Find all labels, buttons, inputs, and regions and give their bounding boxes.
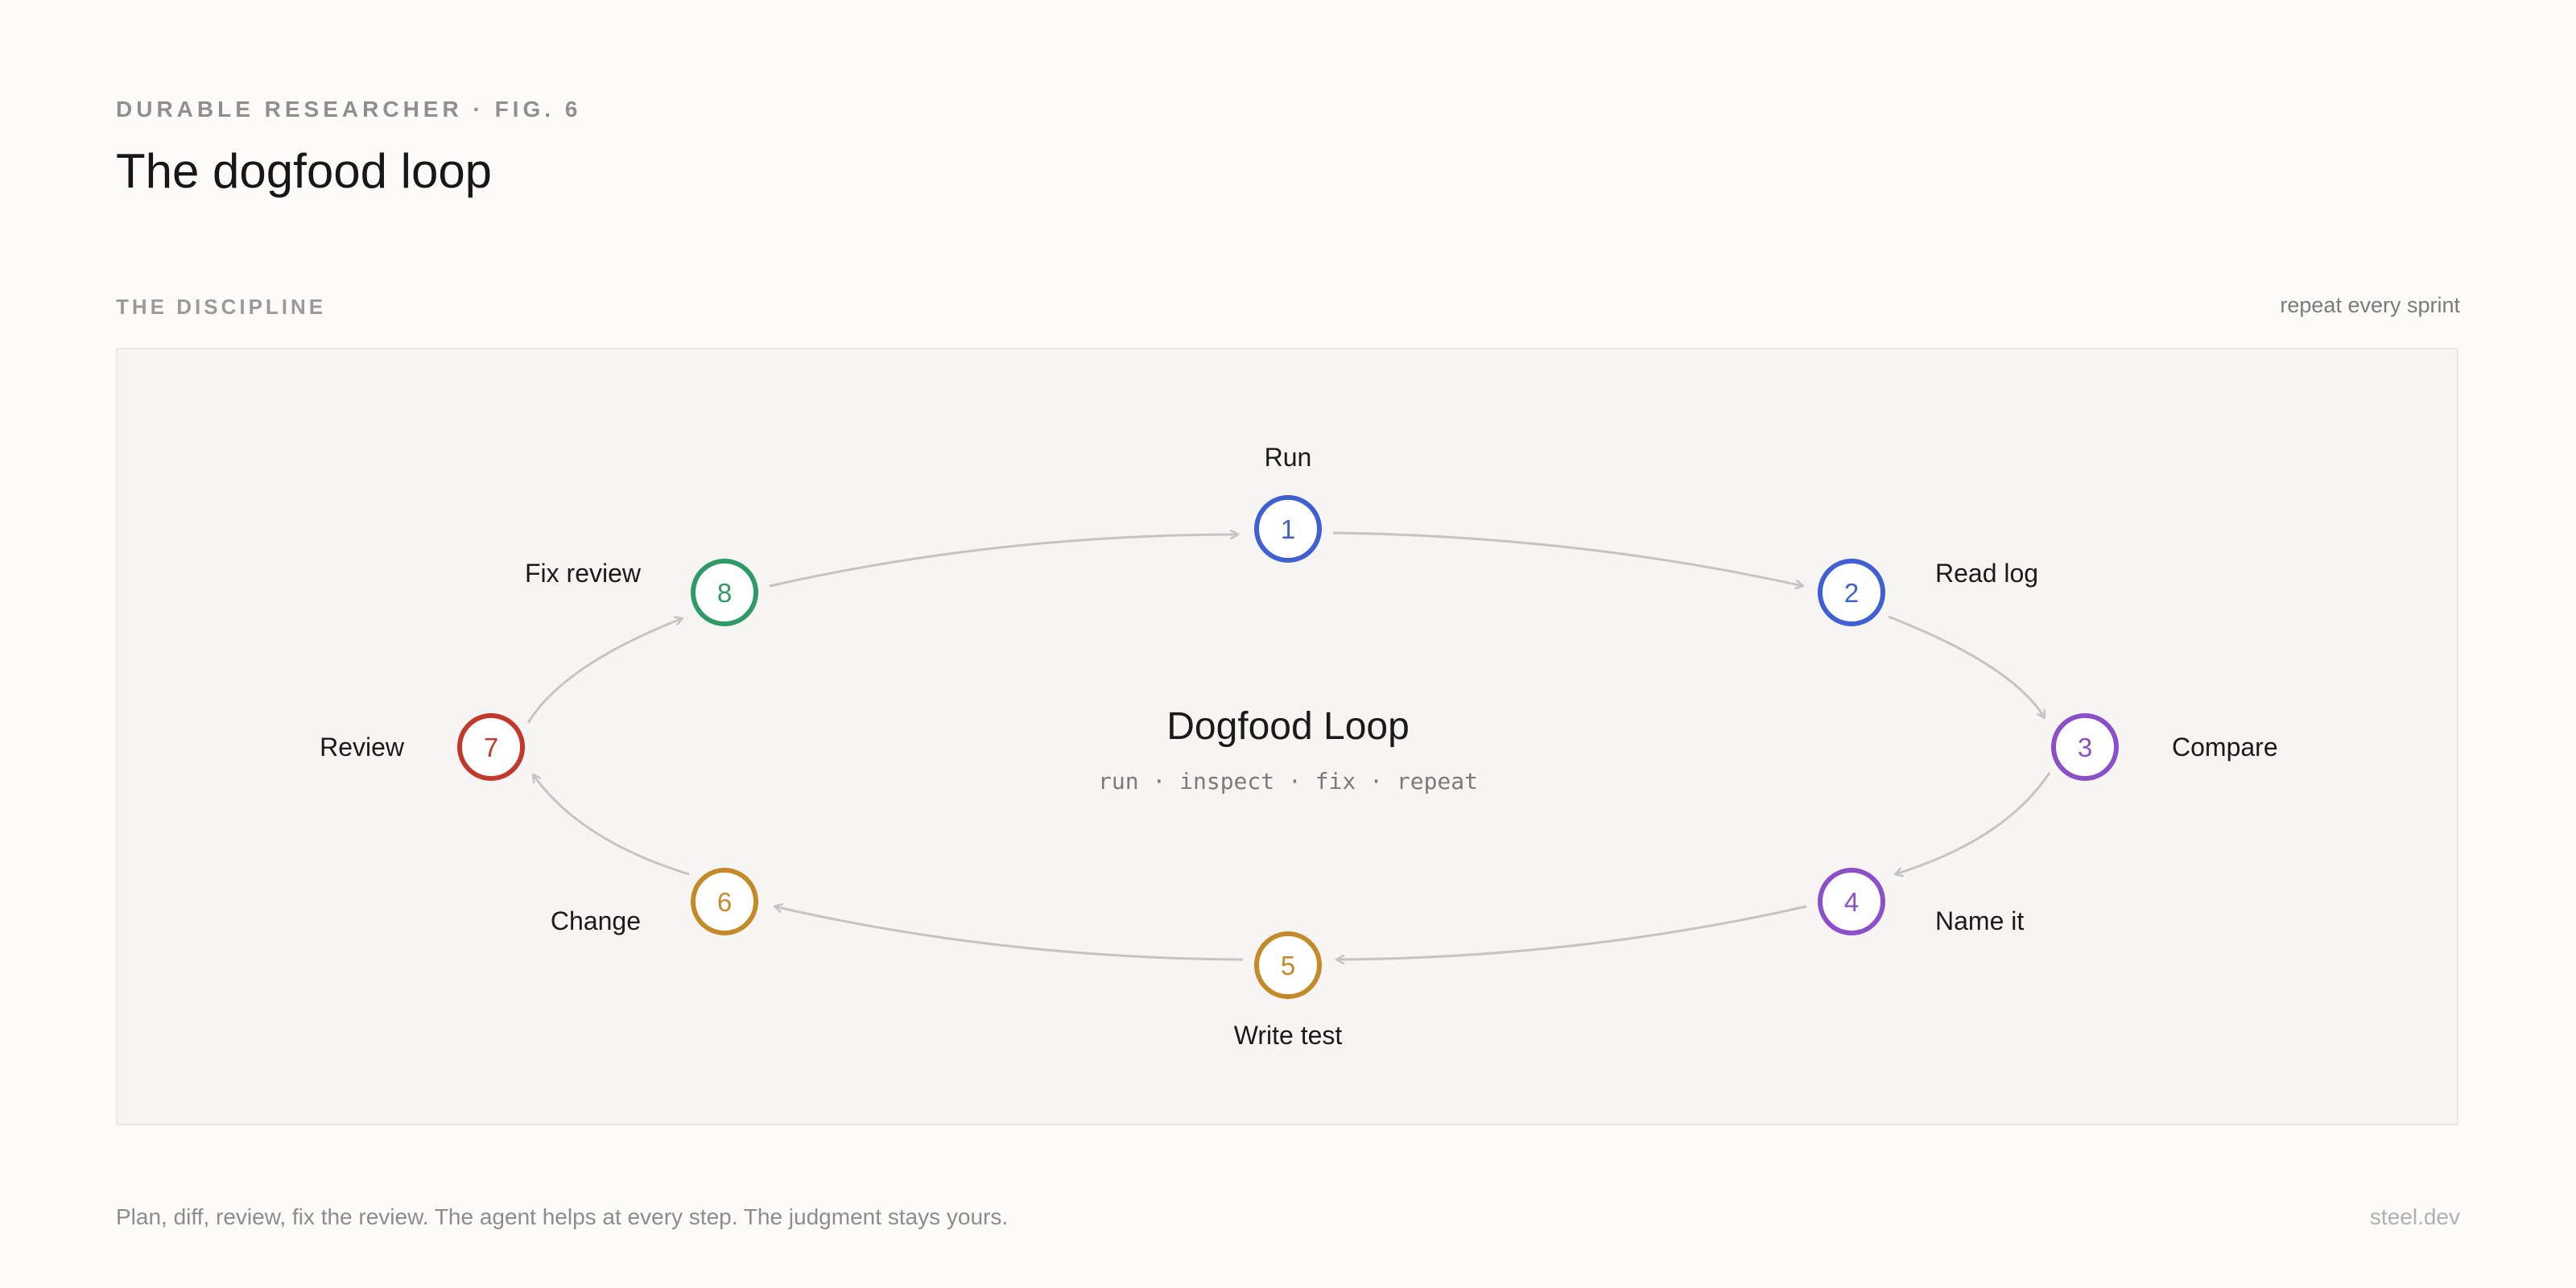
loop-step-2: 2 Read log <box>1818 559 2038 626</box>
loop-arrow-4 <box>1336 905 1807 960</box>
step-number: 5 <box>1281 951 1295 980</box>
loop-arrow-5 <box>774 906 1244 961</box>
footer-text: Plan, diff, review, fix the review. The … <box>116 1204 1009 1229</box>
center-title: Dogfood Loop <box>1166 705 1410 748</box>
loop-step-6: 6 Change <box>551 868 758 935</box>
loop-step-5: 5 Write test <box>1234 931 1343 1050</box>
step-label: Write test <box>1234 1021 1343 1050</box>
loop-arrow-6 <box>533 774 690 876</box>
loop-arrow-2 <box>1888 615 2046 718</box>
step-number: 3 <box>2078 733 2092 762</box>
loop-arrow-8 <box>769 535 1238 588</box>
loop-step-4: 4 Name it <box>1818 868 2024 935</box>
loop-diagram: 1 Run 2 Read log 3 Compare 4 Name it 5 Write test… <box>320 443 2278 1050</box>
step-label: Change <box>551 906 641 935</box>
step-label: Fix review <box>525 559 642 588</box>
step-label: Compare <box>2172 733 2278 762</box>
loop-step-8: 8 Fix review <box>525 559 758 626</box>
step-number: 2 <box>1844 578 1859 608</box>
loop-step-3: 3 Compare <box>2051 713 2278 781</box>
step-number: 1 <box>1281 514 1295 544</box>
step-label: Run <box>1265 443 1312 472</box>
step-label: Name it <box>1935 906 2024 935</box>
step-number: 8 <box>717 578 732 608</box>
step-number: 7 <box>484 733 498 762</box>
step-label: Review <box>320 733 405 762</box>
step-number: 6 <box>717 887 732 917</box>
loop-step-1: 1 Run <box>1254 443 1322 563</box>
loop-arrow-7 <box>526 618 683 724</box>
loop-step-7: 7 Review <box>320 713 525 781</box>
step-label: Read log <box>1935 559 2038 588</box>
footer-brand: steel.dev <box>2369 1204 2460 1229</box>
loop-arrow-1 <box>1332 531 1803 586</box>
loop-arrow-3 <box>1895 772 2051 874</box>
center-subtitle: run · inspect · fix · repeat <box>1098 768 1478 795</box>
step-number: 4 <box>1844 887 1859 917</box>
